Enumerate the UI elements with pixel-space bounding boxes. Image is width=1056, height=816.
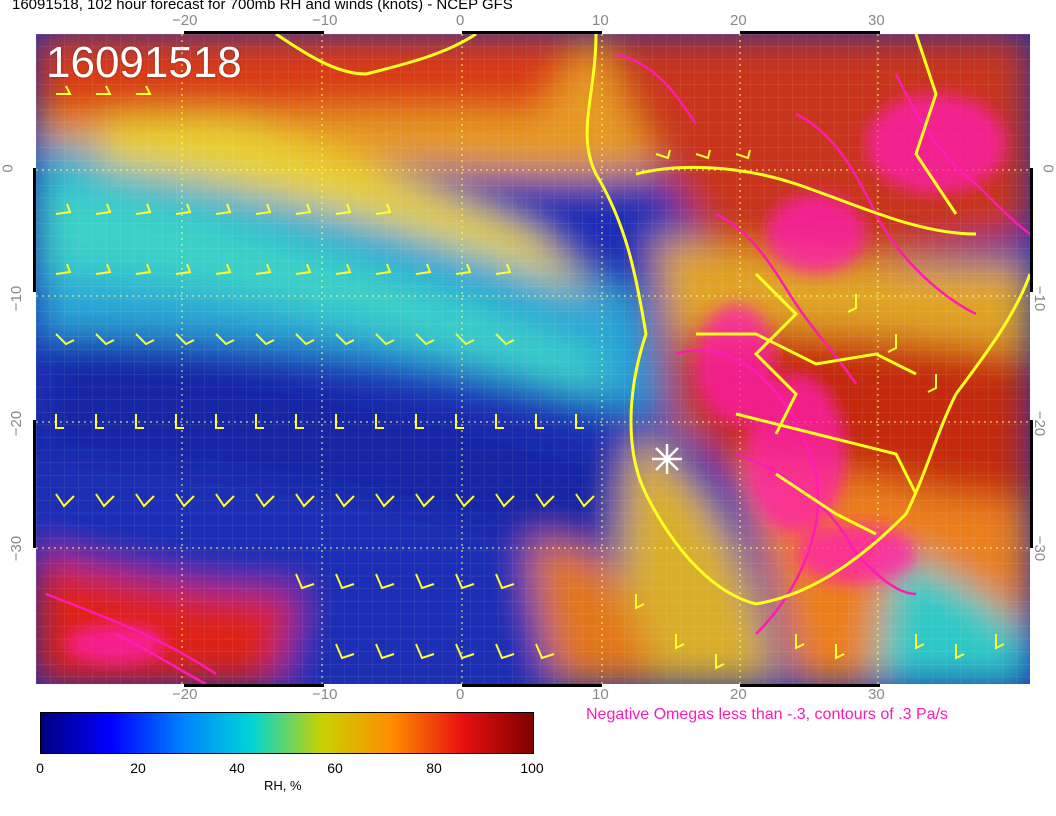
lon-label-top: 20 xyxy=(730,12,747,29)
lon-label-bottom: −10 xyxy=(312,686,338,703)
lat-label-right: 0 xyxy=(1039,164,1056,173)
colorbar-tick: 80 xyxy=(426,760,442,776)
map-title: 16091518, 102 hour forecast for 700mb RH… xyxy=(12,0,513,13)
rh-wind-map[interactable]: 16091518 xyxy=(36,34,1030,684)
omega-legend-note: Negative Omegas less than -.3, contours … xyxy=(586,706,948,723)
lon-label-bottom: −20 xyxy=(172,686,198,703)
lon-label-top: −10 xyxy=(312,12,338,29)
lon-label-top: 10 xyxy=(592,12,609,29)
white-star-marker-icon xyxy=(652,444,682,474)
colorbar-tick: 100 xyxy=(520,760,544,776)
lon-label-top: 30 xyxy=(868,12,885,29)
colorbar-label: RH, % xyxy=(264,778,302,793)
lon-label-top: 0 xyxy=(456,12,465,29)
lat-label-right: −30 xyxy=(1030,535,1048,562)
lon-label-top: −20 xyxy=(172,12,198,29)
colorbar-tick: 60 xyxy=(327,760,343,776)
lat-label-left: −30 xyxy=(8,535,26,562)
rh-colorbar xyxy=(40,712,534,754)
lat-label-right: −10 xyxy=(1030,285,1048,312)
lat-label-left: −10 xyxy=(8,285,26,312)
lat-label-left: 0 xyxy=(0,164,17,173)
lon-label-bottom: 10 xyxy=(592,686,609,703)
lon-label-bottom: 0 xyxy=(456,686,465,703)
lon-label-bottom: 20 xyxy=(730,686,747,703)
colorbar-tick: 40 xyxy=(229,760,245,776)
colorbar-tick: 20 xyxy=(130,760,146,776)
lon-label-bottom: 30 xyxy=(868,686,885,703)
run-stamp: 16091518 xyxy=(46,38,242,87)
lat-label-left: −20 xyxy=(8,410,26,437)
map-canvas xyxy=(36,34,1030,684)
colorbar-tick: 0 xyxy=(36,760,44,776)
lat-label-right: −20 xyxy=(1030,410,1048,437)
